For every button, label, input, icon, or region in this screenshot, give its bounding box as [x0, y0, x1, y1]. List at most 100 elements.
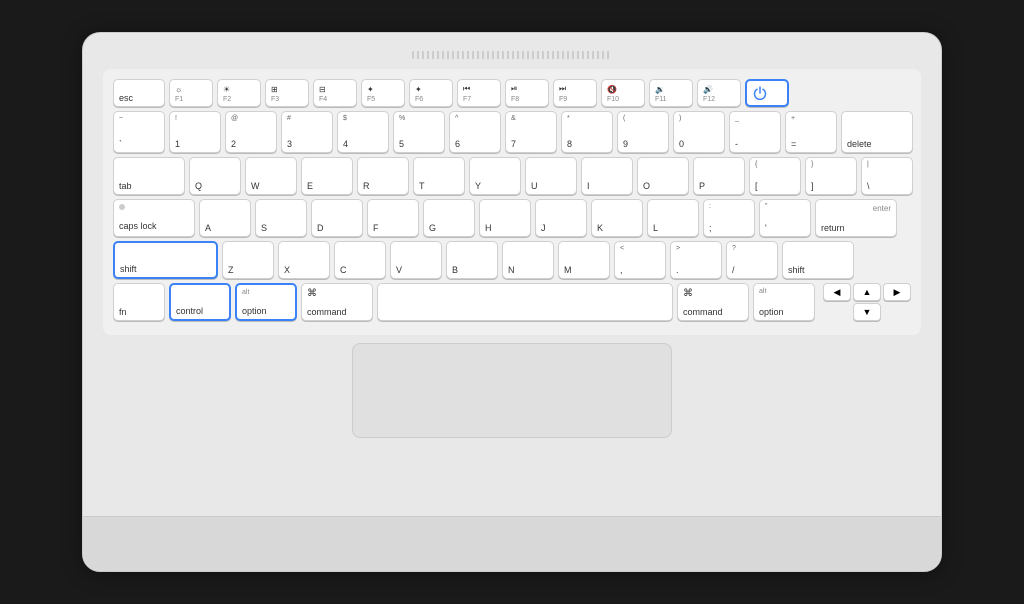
key-arrow-left[interactable]: ◀: [823, 283, 851, 301]
key-5[interactable]: % 5: [393, 111, 445, 153]
key-f4[interactable]: ⊟F4: [313, 79, 357, 107]
key-w[interactable]: W: [245, 157, 297, 195]
key-f6[interactable]: ✦F6: [409, 79, 453, 107]
key-comma[interactable]: < ,: [614, 241, 666, 279]
key-equals[interactable]: + =: [785, 111, 837, 153]
key-minus[interactable]: _ -: [729, 111, 781, 153]
key-2[interactable]: @ 2: [225, 111, 277, 153]
key-option-left[interactable]: alt option: [235, 283, 297, 321]
key-delete[interactable]: delete: [841, 111, 913, 153]
f4-label: ⊟F4: [319, 85, 327, 103]
key7-top: &: [511, 115, 516, 122]
qwerty-row: tab Q W E R T Y U I O P { [ } ] | \: [113, 157, 911, 195]
key-capslock[interactable]: caps lock: [113, 199, 195, 237]
key-fn[interactable]: fn: [113, 283, 165, 321]
key-t[interactable]: T: [413, 157, 465, 195]
key-f2[interactable]: ☀F2: [217, 79, 261, 107]
key-b[interactable]: B: [446, 241, 498, 279]
key-x[interactable]: X: [278, 241, 330, 279]
key-8[interactable]: * 8: [561, 111, 613, 153]
key-e[interactable]: E: [301, 157, 353, 195]
key-k[interactable]: K: [591, 199, 643, 237]
minus-main: -: [735, 139, 738, 149]
key-esc[interactable]: esc: [113, 79, 165, 107]
key-0[interactable]: ) 0: [673, 111, 725, 153]
f12-label: 🔊F12: [703, 85, 715, 103]
arrow-top: ◀ ▲ ▼ ▶: [823, 283, 911, 321]
key-q[interactable]: Q: [189, 157, 241, 195]
key-f5[interactable]: ✦F5: [361, 79, 405, 107]
key-f1[interactable]: ☼F1: [169, 79, 213, 107]
f8-label: ⏯F8: [511, 84, 519, 103]
key-f3[interactable]: ⊞F3: [265, 79, 309, 107]
key-f10[interactable]: 🔇F10: [601, 79, 645, 107]
key-option-right[interactable]: alt option: [753, 283, 815, 321]
key-u[interactable]: U: [525, 157, 577, 195]
key-r[interactable]: R: [357, 157, 409, 195]
key-p[interactable]: P: [693, 157, 745, 195]
key-6[interactable]: ^ 6: [449, 111, 501, 153]
key-power[interactable]: [745, 79, 789, 107]
key-l[interactable]: L: [647, 199, 699, 237]
control-label: control: [176, 306, 203, 316]
key-3[interactable]: # 3: [281, 111, 333, 153]
key-m[interactable]: M: [558, 241, 610, 279]
key-bracket-left[interactable]: { [: [749, 157, 801, 195]
key-period[interactable]: > .: [670, 241, 722, 279]
key-c[interactable]: C: [334, 241, 386, 279]
key-h[interactable]: H: [479, 199, 531, 237]
key-s[interactable]: S: [255, 199, 307, 237]
key-quote[interactable]: " ': [759, 199, 811, 237]
key-j[interactable]: J: [535, 199, 587, 237]
key-control[interactable]: control: [169, 283, 231, 321]
f10-label: 🔇F10: [607, 85, 619, 103]
key-z[interactable]: Z: [222, 241, 274, 279]
key-o[interactable]: O: [637, 157, 689, 195]
f1-label: ☼F1: [175, 85, 183, 103]
key-backslash[interactable]: | \: [861, 157, 913, 195]
key-tab[interactable]: tab: [113, 157, 185, 195]
trackpad[interactable]: [352, 343, 672, 438]
f2-label: ☀F2: [223, 85, 231, 103]
key-arrow-down[interactable]: ▼: [853, 303, 881, 321]
power-icon: [752, 86, 768, 102]
key-f11[interactable]: 🔉F11: [649, 79, 693, 107]
key-shift-left[interactable]: shift: [113, 241, 218, 279]
key-arrow-up[interactable]: ▲: [853, 283, 881, 301]
key-1[interactable]: ! 1: [169, 111, 221, 153]
equals-main: =: [791, 139, 796, 149]
key-f7[interactable]: ⏮F7: [457, 79, 501, 107]
key-f9[interactable]: ⏭F9: [553, 79, 597, 107]
key2-main: 2: [231, 139, 236, 149]
f3-label: ⊞F3: [271, 85, 279, 103]
key-command-left[interactable]: ⌘ command: [301, 283, 373, 321]
key-4[interactable]: $ 4: [337, 111, 389, 153]
key-semicolon[interactable]: : ;: [703, 199, 755, 237]
key-bracket-right[interactable]: } ]: [805, 157, 857, 195]
key5-top: %: [399, 115, 405, 122]
key-9[interactable]: ( 9: [617, 111, 669, 153]
keyboard-area: esc ☼F1 ☀F2 ⊞F3 ⊟F4 ✦F5 ✦F6 ⏮F7: [103, 69, 921, 335]
key-command-right[interactable]: ⌘ command: [677, 283, 749, 321]
f7-label: ⏮F7: [463, 84, 471, 103]
key-f[interactable]: F: [367, 199, 419, 237]
key-slash[interactable]: ? /: [726, 241, 778, 279]
f11-label: 🔉F11: [655, 85, 667, 103]
option-right-alt-label: alt: [759, 288, 766, 295]
key-n[interactable]: N: [502, 241, 554, 279]
key4-main: 4: [343, 139, 348, 149]
key-7[interactable]: & 7: [505, 111, 557, 153]
key-tilde[interactable]: ~ `: [113, 111, 165, 153]
key-i[interactable]: I: [581, 157, 633, 195]
key-d[interactable]: D: [311, 199, 363, 237]
key-enter[interactable]: enter return: [815, 199, 897, 237]
key-y[interactable]: Y: [469, 157, 521, 195]
key-arrow-right[interactable]: ▶: [883, 283, 911, 301]
key-v[interactable]: V: [390, 241, 442, 279]
key-space[interactable]: [377, 283, 673, 321]
key-shift-right[interactable]: shift: [782, 241, 854, 279]
key-g[interactable]: G: [423, 199, 475, 237]
key-f12[interactable]: 🔊F12: [697, 79, 741, 107]
key-f8[interactable]: ⏯F8: [505, 79, 549, 107]
key-a[interactable]: A: [199, 199, 251, 237]
